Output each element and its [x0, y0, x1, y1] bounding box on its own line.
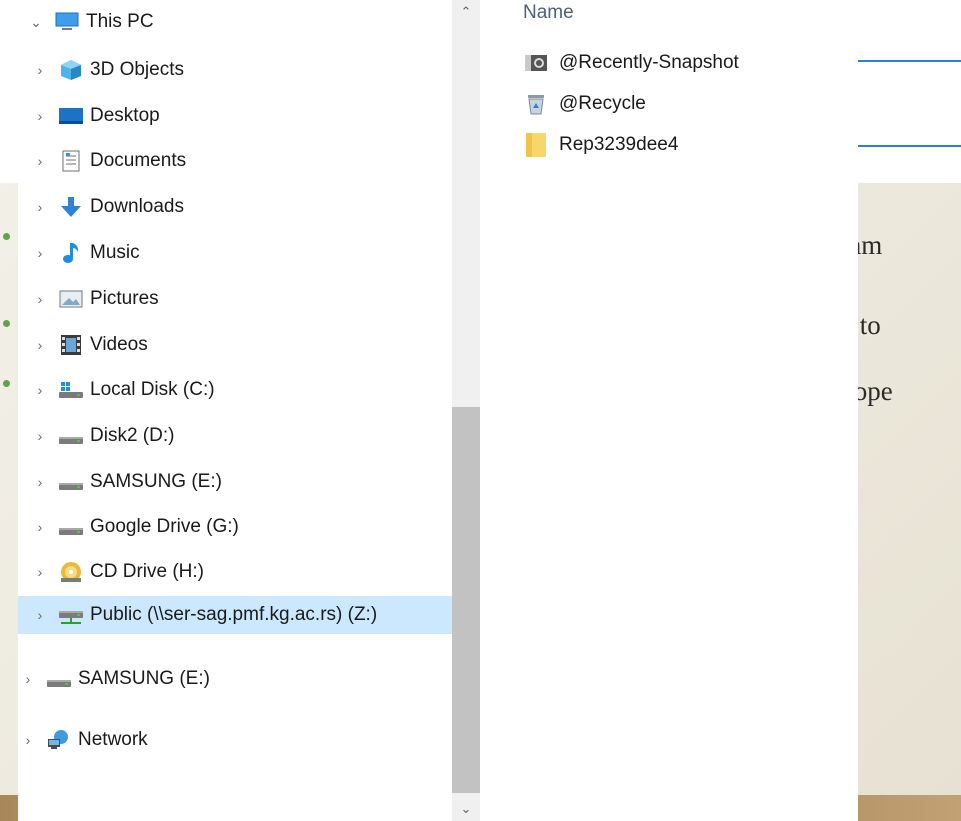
file-name: @Recycle — [559, 93, 646, 114]
network-icon — [46, 729, 72, 751]
chevron-right-icon[interactable]: › — [30, 108, 50, 124]
tree-item-label: Documents — [90, 150, 187, 171]
drive-icon — [58, 425, 84, 447]
tree-item-samsung-e-root[interactable]: › SAMSUNG (E:) — [18, 660, 214, 698]
tree-item-documents[interactable]: › Documents — [30, 142, 190, 180]
picture-icon — [58, 288, 84, 310]
chevron-right-icon[interactable]: › — [18, 732, 38, 748]
chevron-right-icon[interactable]: › — [30, 382, 50, 398]
tree-item-3d-objects[interactable]: › 3D Objects — [30, 51, 188, 89]
slide-bullet — [3, 380, 10, 387]
tree-item-pictures[interactable]: › Pictures — [30, 280, 163, 318]
tree-item-disk2-d[interactable]: › Disk2 (D:) — [30, 417, 178, 455]
chevron-right-icon[interactable]: › — [30, 291, 50, 307]
tree-item-network[interactable]: › Network — [18, 721, 152, 759]
slide-accent-line-top — [858, 60, 961, 62]
computer-icon — [54, 11, 80, 33]
chevron-down-icon[interactable]: ⌄ — [26, 14, 46, 31]
chevron-right-icon[interactable]: › — [30, 199, 50, 215]
file-item-recently-snapshot[interactable]: @Recently-Snapshot — [523, 46, 739, 80]
slide-accent-line-bottom — [858, 145, 961, 147]
tree-item-google-drive-g[interactable]: › Google Drive (G:) — [30, 508, 243, 546]
chevron-right-icon[interactable]: › — [30, 337, 50, 353]
tree-item-label: Public (\\ser-sag.pmf.kg.ac.rs) (Z:) — [90, 604, 378, 625]
cube-icon — [58, 59, 84, 81]
tree-item-label: Music — [90, 242, 140, 263]
file-item-rep3239dee4[interactable]: Rep3239dee4 — [523, 128, 678, 162]
chevron-right-icon[interactable]: › — [30, 428, 50, 444]
file-item-recycle[interactable]: @Recycle — [523, 87, 646, 121]
tree-item-local-disk-c[interactable]: › Local Disk (C:) — [30, 371, 219, 409]
drive-icon — [46, 668, 72, 690]
file-name: @Recently-Snapshot — [559, 52, 739, 73]
tree-item-label: Videos — [90, 334, 148, 355]
scroll-up-arrow-icon[interactable]: ⌃ — [452, 0, 480, 24]
chevron-right-icon[interactable]: › — [30, 564, 50, 580]
chevron-right-icon[interactable]: › — [30, 519, 50, 535]
tree-item-desktop[interactable]: › Desktop — [30, 97, 164, 135]
tree-item-label: Desktop — [90, 105, 160, 126]
windows-drive-icon — [58, 379, 84, 401]
slide-bullet — [3, 320, 10, 327]
tree-item-label: Local Disk (C:) — [90, 379, 215, 400]
desktop-icon — [58, 105, 84, 127]
tree-item-label: Disk2 (D:) — [90, 425, 175, 446]
cd-drive-icon — [58, 561, 84, 583]
column-header-name[interactable]: Name — [523, 2, 574, 24]
tree-item-label: SAMSUNG (E:) — [90, 471, 222, 492]
chevron-right-icon[interactable]: › — [30, 153, 50, 169]
tree-item-label: Pictures — [90, 288, 159, 309]
tree-item-label: This PC — [86, 11, 154, 32]
tree-item-samsung-e[interactable]: › SAMSUNG (E:) — [30, 463, 226, 501]
film-icon — [58, 334, 84, 356]
chevron-right-icon[interactable]: › — [30, 245, 50, 261]
tree-item-label: Google Drive (G:) — [90, 516, 239, 537]
tree-item-downloads[interactable]: › Downloads — [30, 188, 188, 226]
file-name: Rep3239dee4 — [559, 134, 679, 155]
download-arrow-icon — [58, 196, 84, 218]
nav-scrollbar-thumb[interactable] — [452, 407, 480, 793]
tree-item-label: Network — [78, 729, 148, 750]
navigation-pane: ⌄ This PC › 3D Objects › Desktop › Docum… — [18, 0, 452, 821]
tree-item-label: Downloads — [90, 196, 184, 217]
tree-item-public-z[interactable]: › Public (\\ser-sag.pmf.kg.ac.rs) (Z:) — [18, 596, 452, 634]
tree-item-label: CD Drive (H:) — [90, 561, 204, 582]
recycle-bin-icon — [523, 93, 549, 115]
network-drive-icon — [58, 604, 84, 626]
music-note-icon — [58, 242, 84, 264]
tree-item-label: SAMSUNG (E:) — [78, 668, 210, 689]
drive-icon — [58, 471, 84, 493]
tree-item-music[interactable]: › Music — [30, 234, 144, 272]
document-icon — [58, 150, 84, 172]
tree-item-cd-drive-h[interactable]: › CD Drive (H:) — [30, 553, 208, 591]
scroll-down-arrow-icon[interactable]: ⌄ — [452, 797, 480, 821]
snapshot-folder-icon — [523, 52, 549, 74]
chevron-right-icon[interactable]: › — [30, 607, 50, 623]
file-list-pane — [480, 0, 858, 821]
tree-item-videos[interactable]: › Videos — [30, 326, 152, 364]
chevron-right-icon[interactable]: › — [30, 62, 50, 78]
tree-item-label: 3D Objects — [90, 59, 184, 80]
folder-icon — [523, 133, 549, 157]
drive-icon — [58, 516, 84, 538]
slide-bullet — [3, 233, 10, 240]
chevron-right-icon[interactable]: › — [30, 474, 50, 490]
chevron-right-icon[interactable]: › — [18, 671, 38, 687]
tree-item-this-pc[interactable]: ⌄ This PC — [26, 3, 158, 41]
